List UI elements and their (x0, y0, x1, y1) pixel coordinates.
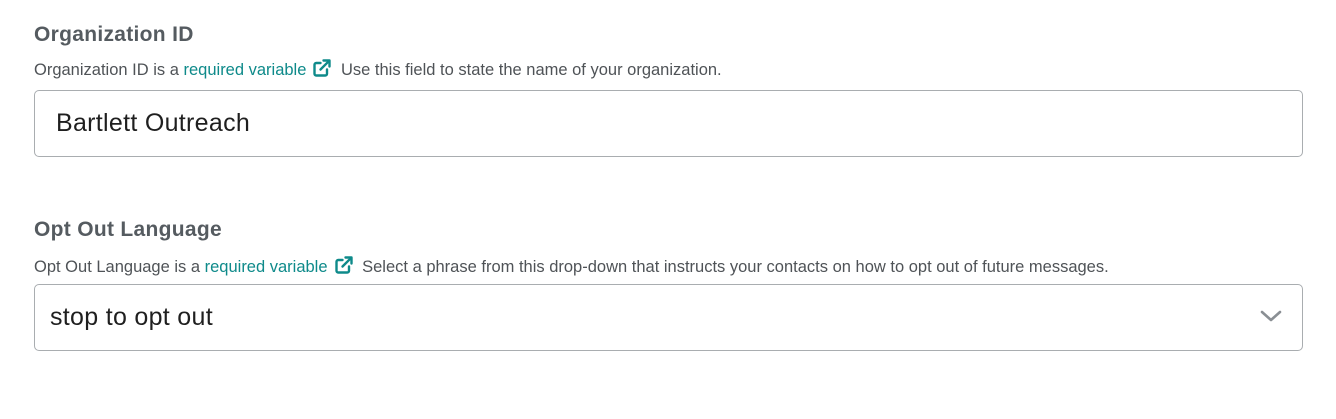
organization-id-section: Organization ID Organization ID is a req… (34, 22, 1303, 157)
organization-id-required-variable-link[interactable]: required variable (183, 59, 337, 79)
organization-id-title: Organization ID (34, 23, 194, 46)
opt-out-language-help: Opt Out Language is a required variable … (34, 252, 1303, 282)
opt-out-language-help-prefix: Opt Out Language is a (34, 258, 201, 276)
chevron-down-icon[interactable] (1260, 309, 1282, 323)
organization-id-help: Organization ID is a required variable U… (34, 55, 1303, 85)
external-link-icon (313, 59, 332, 77)
external-link-icon (334, 256, 353, 274)
opt-out-language-link-label: required variable (204, 258, 328, 276)
organization-id-input[interactable] (34, 90, 1303, 157)
organization-id-help-suffix: Use this field to state the name of your… (341, 61, 722, 79)
organization-id-link-label: required variable (183, 61, 307, 79)
opt-out-language-section: Opt Out Language Opt Out Language is a r… (34, 217, 1303, 351)
opt-out-language-title: Opt Out Language (34, 218, 222, 241)
organization-id-help-prefix: Organization ID is a (34, 61, 179, 79)
opt-out-language-selected-value: stop to opt out (50, 303, 213, 331)
opt-out-language-select[interactable]: stop to opt out (34, 284, 1303, 351)
opt-out-language-help-suffix: Select a phrase from this drop-down that… (362, 258, 1109, 276)
opt-out-language-required-variable-link[interactable]: required variable (204, 256, 358, 276)
